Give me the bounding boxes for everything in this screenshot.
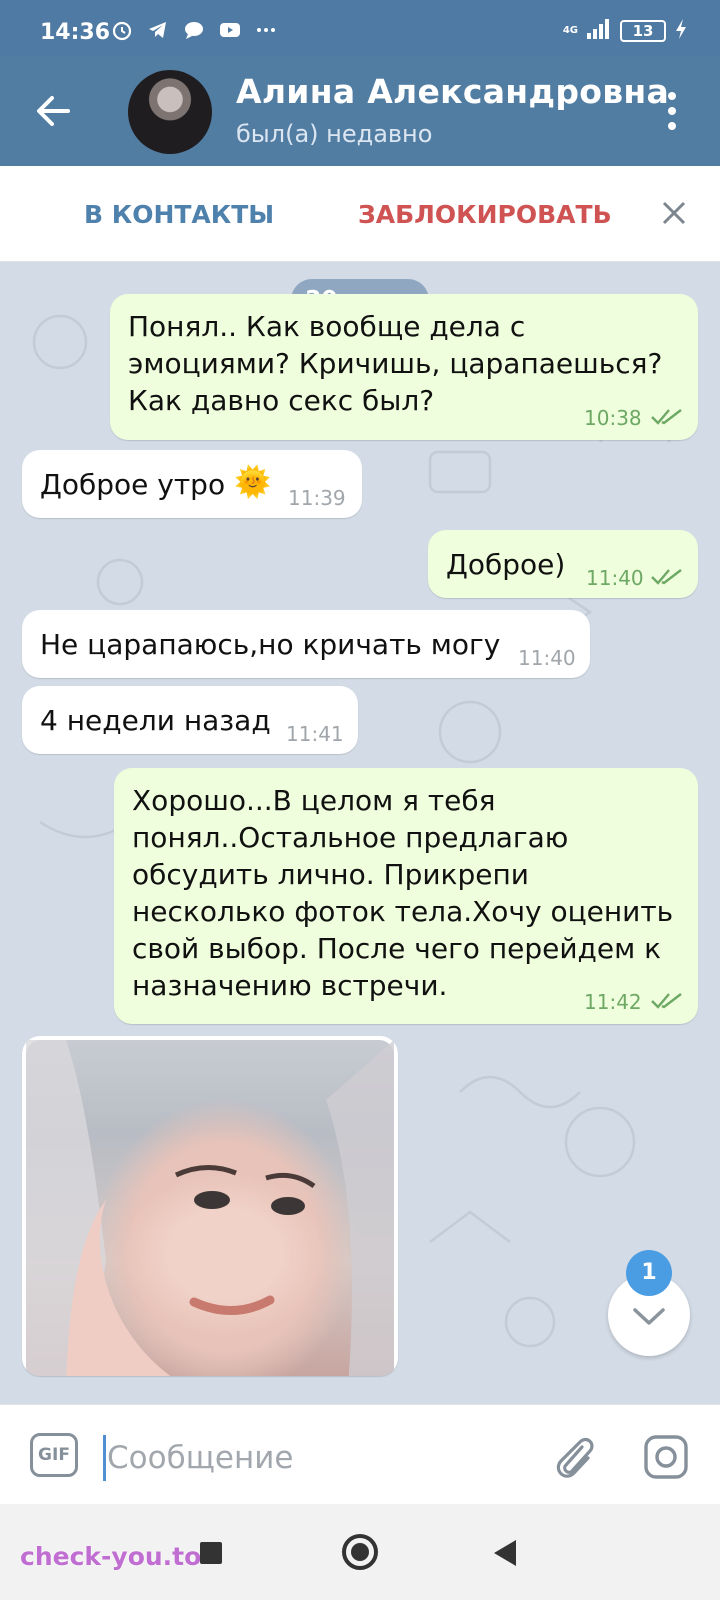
message-time: 11:40 [518, 646, 576, 670]
more-menu-button[interactable] [662, 88, 682, 134]
youtube-icon [218, 18, 242, 42]
message-outgoing[interactable]: Понял.. Как вообще дела с эмоциями? Крич… [110, 294, 698, 440]
message-outgoing[interactable]: Хорошо...В целом я тебя понял..Остальное… [114, 768, 698, 1024]
contact-action-bar: В КОНТАКТЫ ЗАБЛОКИРОВАТЬ [0, 166, 720, 262]
more-vert-icon [668, 92, 676, 130]
message-text: Не царапаюсь,но кричать могу [40, 628, 501, 661]
telegram-icon [146, 18, 170, 42]
double-check-icon [651, 993, 682, 1009]
charging-icon [674, 18, 688, 44]
paperclip-icon [556, 1437, 594, 1478]
close-action-bar-button[interactable] [660, 199, 688, 227]
contact-name[interactable]: Алина Александровна [236, 72, 669, 111]
status-notification-icons [110, 18, 278, 42]
message-input[interactable] [107, 1435, 527, 1481]
chat-header: Алина Александровна был(а) недавно [0, 56, 720, 166]
sun-emoji: 🌞 [234, 465, 272, 500]
message-time: 10:38 [584, 406, 642, 430]
add-contact-button[interactable]: В КОНТАКТЫ [84, 200, 274, 229]
message-incoming-photo[interactable] [22, 1036, 398, 1376]
back-arrow-icon [37, 96, 70, 126]
avatar[interactable] [128, 70, 212, 154]
message-text: Доброе утро [40, 468, 226, 501]
system-navigation-bar: check-you.to [0, 1504, 720, 1600]
home-button[interactable] [342, 1534, 378, 1570]
close-icon [662, 201, 686, 225]
network-type: 4G [562, 25, 578, 36]
message-text: Понял.. Как вообще дела с эмоциями? Крич… [128, 310, 663, 417]
contact-status: был(а) недавно [236, 120, 433, 148]
camera-button[interactable] [642, 1433, 690, 1481]
unread-count-badge: 1 [626, 1250, 672, 1296]
alarm-icon [110, 18, 134, 42]
message-incoming[interactable]: Доброе утро 🌞 11:39 [22, 450, 362, 518]
gif-button[interactable]: GIF [30, 1433, 78, 1477]
message-text: Хорошо...В целом я тебя понял..Остальное… [132, 784, 674, 1002]
photo-portrait [26, 1040, 394, 1376]
chat-bubble-icon [182, 18, 206, 42]
message-outgoing[interactable]: Доброе) 11:40 [428, 530, 698, 598]
back-button[interactable] [28, 86, 78, 136]
double-check-icon [651, 409, 682, 425]
battery-indicator: 13 [620, 20, 666, 42]
message-incoming[interactable]: Не царапаюсь,но кричать могу 11:40 [22, 610, 590, 678]
signal-icon [586, 18, 612, 44]
status-system-icons: 4G 13 [563, 18, 688, 44]
message-text: 4 недели назад [40, 704, 271, 737]
message-time: 11:42 [584, 990, 642, 1014]
message-time: 11:40 [586, 566, 644, 590]
attach-button[interactable] [552, 1433, 596, 1481]
message-text: Доброе) [446, 548, 566, 581]
chat-messages-area[interactable]: 20 июня Понял.. Как вообще дела с эмоция… [0, 262, 720, 1404]
message-time: 11:39 [288, 486, 346, 510]
double-check-icon [651, 569, 682, 585]
status-bar: 14:36 4G 13 [0, 0, 720, 56]
recent-apps-button[interactable] [200, 1542, 222, 1564]
watermark-text: check-you.to [20, 1542, 202, 1571]
status-time: 14:36 [40, 20, 111, 45]
system-back-button[interactable] [494, 1540, 516, 1566]
message-time: 11:41 [286, 722, 344, 746]
camera-icon [644, 1435, 688, 1479]
text-cursor [103, 1435, 106, 1481]
message-incoming[interactable]: 4 недели назад 11:41 [22, 686, 358, 754]
block-button[interactable]: ЗАБЛОКИРОВАТЬ [358, 200, 612, 229]
message-input-bar: GIF [0, 1404, 720, 1504]
more-notifications-icon [254, 18, 278, 42]
photo-image[interactable] [26, 1040, 394, 1376]
